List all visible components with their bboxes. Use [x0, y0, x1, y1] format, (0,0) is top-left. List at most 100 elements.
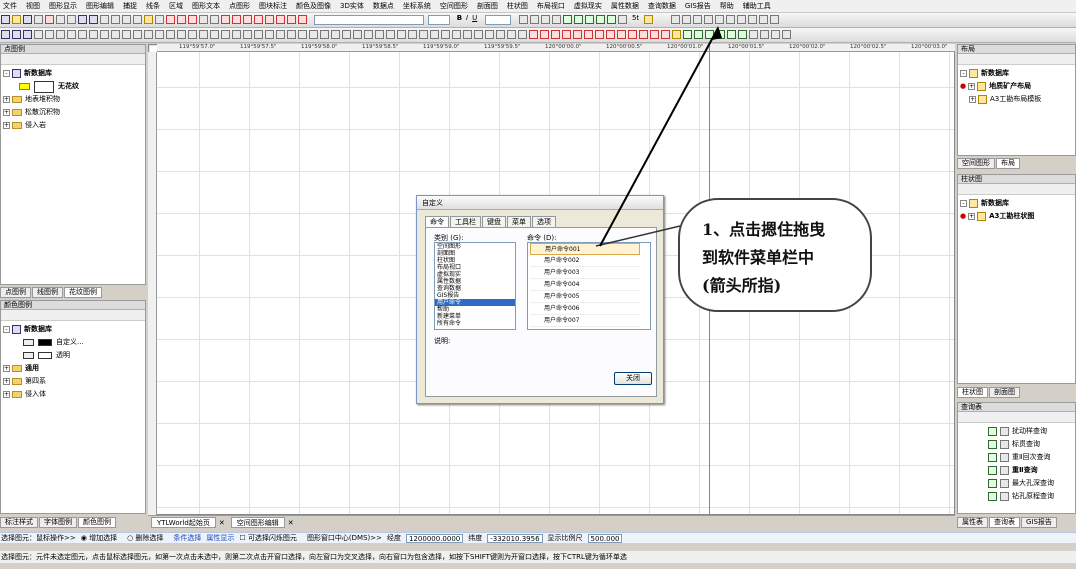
- collapse-icon[interactable]: -: [960, 200, 967, 207]
- break-icon[interactable]: [758, 15, 768, 24]
- cross-icon[interactable]: [703, 15, 713, 24]
- zoom-page-icon[interactable]: [166, 30, 175, 39]
- green-point-icon[interactable]: [705, 30, 714, 39]
- query-item[interactable]: 标贯查询: [988, 438, 1073, 451]
- copy-object-icon[interactable]: [221, 30, 230, 39]
- dialog-tab-menu[interactable]: 菜单: [507, 216, 531, 227]
- command-item[interactable]: 用户命令006: [530, 303, 640, 315]
- align-center-icon[interactable]: [529, 15, 539, 24]
- conditional-select-link[interactable]: 条件选择: [173, 533, 201, 543]
- draw-star-icon[interactable]: [518, 30, 527, 39]
- tree-folder[interactable]: + 第四系: [3, 375, 143, 388]
- order-icon[interactable]: [331, 30, 340, 39]
- symbol-a-icon[interactable]: [529, 30, 538, 39]
- collapse-icon[interactable]: -: [3, 70, 10, 77]
- rect-tool-icon[interactable]: [221, 15, 230, 24]
- tab-label-style[interactable]: 标注样式: [0, 517, 38, 528]
- menu-item-5[interactable]: 线条: [146, 1, 160, 11]
- expand-icon[interactable]: +: [3, 122, 10, 129]
- arc-icon[interactable]: [725, 15, 735, 24]
- tab-spatial-graphics[interactable]: 空间图形: [957, 158, 995, 169]
- font-size-select[interactable]: [428, 15, 451, 25]
- zoom-window-icon[interactable]: [122, 15, 131, 24]
- symbol-i-icon[interactable]: [617, 30, 626, 39]
- expand-icon[interactable]: +: [3, 378, 10, 385]
- draw-rect-icon[interactable]: [419, 30, 428, 39]
- menu-item-15[interactable]: 剖面图: [477, 1, 498, 11]
- expand-icon[interactable]: +: [3, 96, 10, 103]
- tab-layout[interactable]: 布局: [996, 158, 1020, 169]
- layer-manager-icon[interactable]: [584, 15, 594, 24]
- menu-item-23[interactable]: 辅助工具: [743, 1, 771, 11]
- extend-icon[interactable]: [265, 30, 274, 39]
- new-file-icon[interactable]: [1, 15, 10, 24]
- print-icon[interactable]: [34, 15, 43, 24]
- align-icon[interactable]: [342, 30, 351, 39]
- text-a-icon[interactable]: [760, 30, 769, 39]
- split-icon[interactable]: [287, 30, 296, 39]
- draw-polyline-icon[interactable]: [681, 15, 691, 24]
- zoom-layer-icon[interactable]: [100, 30, 109, 39]
- tree-root[interactable]: - 新数据库: [960, 197, 1073, 210]
- close-tab-icon[interactable]: ✕: [219, 519, 225, 527]
- cut-icon[interactable]: [45, 15, 54, 24]
- category-item[interactable]: 虚拟现实: [435, 271, 515, 278]
- symbol-e-icon[interactable]: [573, 30, 582, 39]
- symbol-h-icon[interactable]: [606, 30, 615, 39]
- tab-color-legend[interactable]: 颜色图例: [78, 517, 116, 528]
- polyline-icon[interactable]: [199, 15, 208, 24]
- ungroup-icon[interactable]: [320, 30, 329, 39]
- image-icon[interactable]: [672, 30, 681, 39]
- table-icon[interactable]: [540, 15, 550, 24]
- dimension-tool-icon[interactable]: [298, 15, 307, 24]
- tree-item[interactable]: ● + A3工勘柱状图: [960, 210, 1073, 223]
- zoom-next-icon[interactable]: [78, 30, 87, 39]
- menu-item-21[interactable]: GIS报告: [685, 1, 711, 11]
- align-left-icon[interactable]: [518, 15, 528, 24]
- menu-item-20[interactable]: 查询数据: [648, 1, 676, 11]
- draw-curve-icon[interactable]: [463, 30, 472, 39]
- rotate-icon[interactable]: [188, 30, 197, 39]
- menu-item-4[interactable]: 捕捉: [123, 1, 137, 11]
- tab-start-page[interactable]: YTLWorld起始页: [151, 517, 216, 528]
- menu-item-13[interactable]: 坐标系统: [403, 1, 431, 11]
- pan-icon[interactable]: [111, 15, 120, 24]
- tab-column-chart[interactable]: 柱状图: [957, 387, 988, 398]
- query-item[interactable]: 重Ⅱ回次查询: [988, 451, 1073, 464]
- symbol-l-icon[interactable]: [650, 30, 659, 39]
- menu-item-1[interactable]: 视图: [26, 1, 40, 11]
- query-icon[interactable]: [606, 15, 616, 24]
- draw-polygon-icon[interactable]: [507, 30, 516, 39]
- tree-root[interactable]: - 新数据库: [3, 323, 143, 336]
- snap-icon[interactable]: [364, 30, 373, 39]
- draw-arrow-icon[interactable]: [496, 30, 505, 39]
- text-b-icon[interactable]: [782, 30, 791, 39]
- select-arrow-icon[interactable]: [34, 30, 43, 39]
- zoom-all-icon[interactable]: [89, 30, 98, 39]
- draw-circle-icon[interactable]: [441, 30, 450, 39]
- map-layer-icon[interactable]: [683, 30, 692, 39]
- tree-item[interactable]: ● + 地质矿产布局: [960, 80, 1073, 93]
- attribute-icon[interactable]: [595, 15, 605, 24]
- menu-item-7[interactable]: 图形文本: [192, 1, 220, 11]
- copy-icon[interactable]: [56, 15, 65, 24]
- category-item[interactable]: 空间图形: [435, 243, 515, 250]
- expand-icon[interactable]: +: [3, 391, 10, 398]
- text-tool-icon[interactable]: [276, 15, 285, 24]
- dialog-tab-toolbars[interactable]: 工具栏: [450, 216, 481, 227]
- mirror-icon[interactable]: [210, 30, 219, 39]
- tree-item[interactable]: 自定义...: [3, 336, 143, 349]
- symbol-b-icon[interactable]: [540, 30, 549, 39]
- draw-ellipse-icon[interactable]: [430, 30, 439, 39]
- query-item[interactable]: 钻孔原程查询: [988, 490, 1073, 503]
- symbol-k-icon[interactable]: [639, 30, 648, 39]
- query-item[interactable]: 扰动样查询: [988, 425, 1073, 438]
- explode-icon[interactable]: [298, 30, 307, 39]
- menu-item-3[interactable]: 图形编辑: [86, 1, 114, 11]
- hatch-tool-icon[interactable]: [254, 15, 263, 24]
- zoom-center-icon[interactable]: [122, 30, 131, 39]
- circle-icon[interactable]: [714, 15, 724, 24]
- layer-icon[interactable]: [144, 15, 153, 24]
- lat-input[interactable]: -332010.3956: [487, 533, 543, 543]
- underline-button[interactable]: U: [472, 14, 477, 22]
